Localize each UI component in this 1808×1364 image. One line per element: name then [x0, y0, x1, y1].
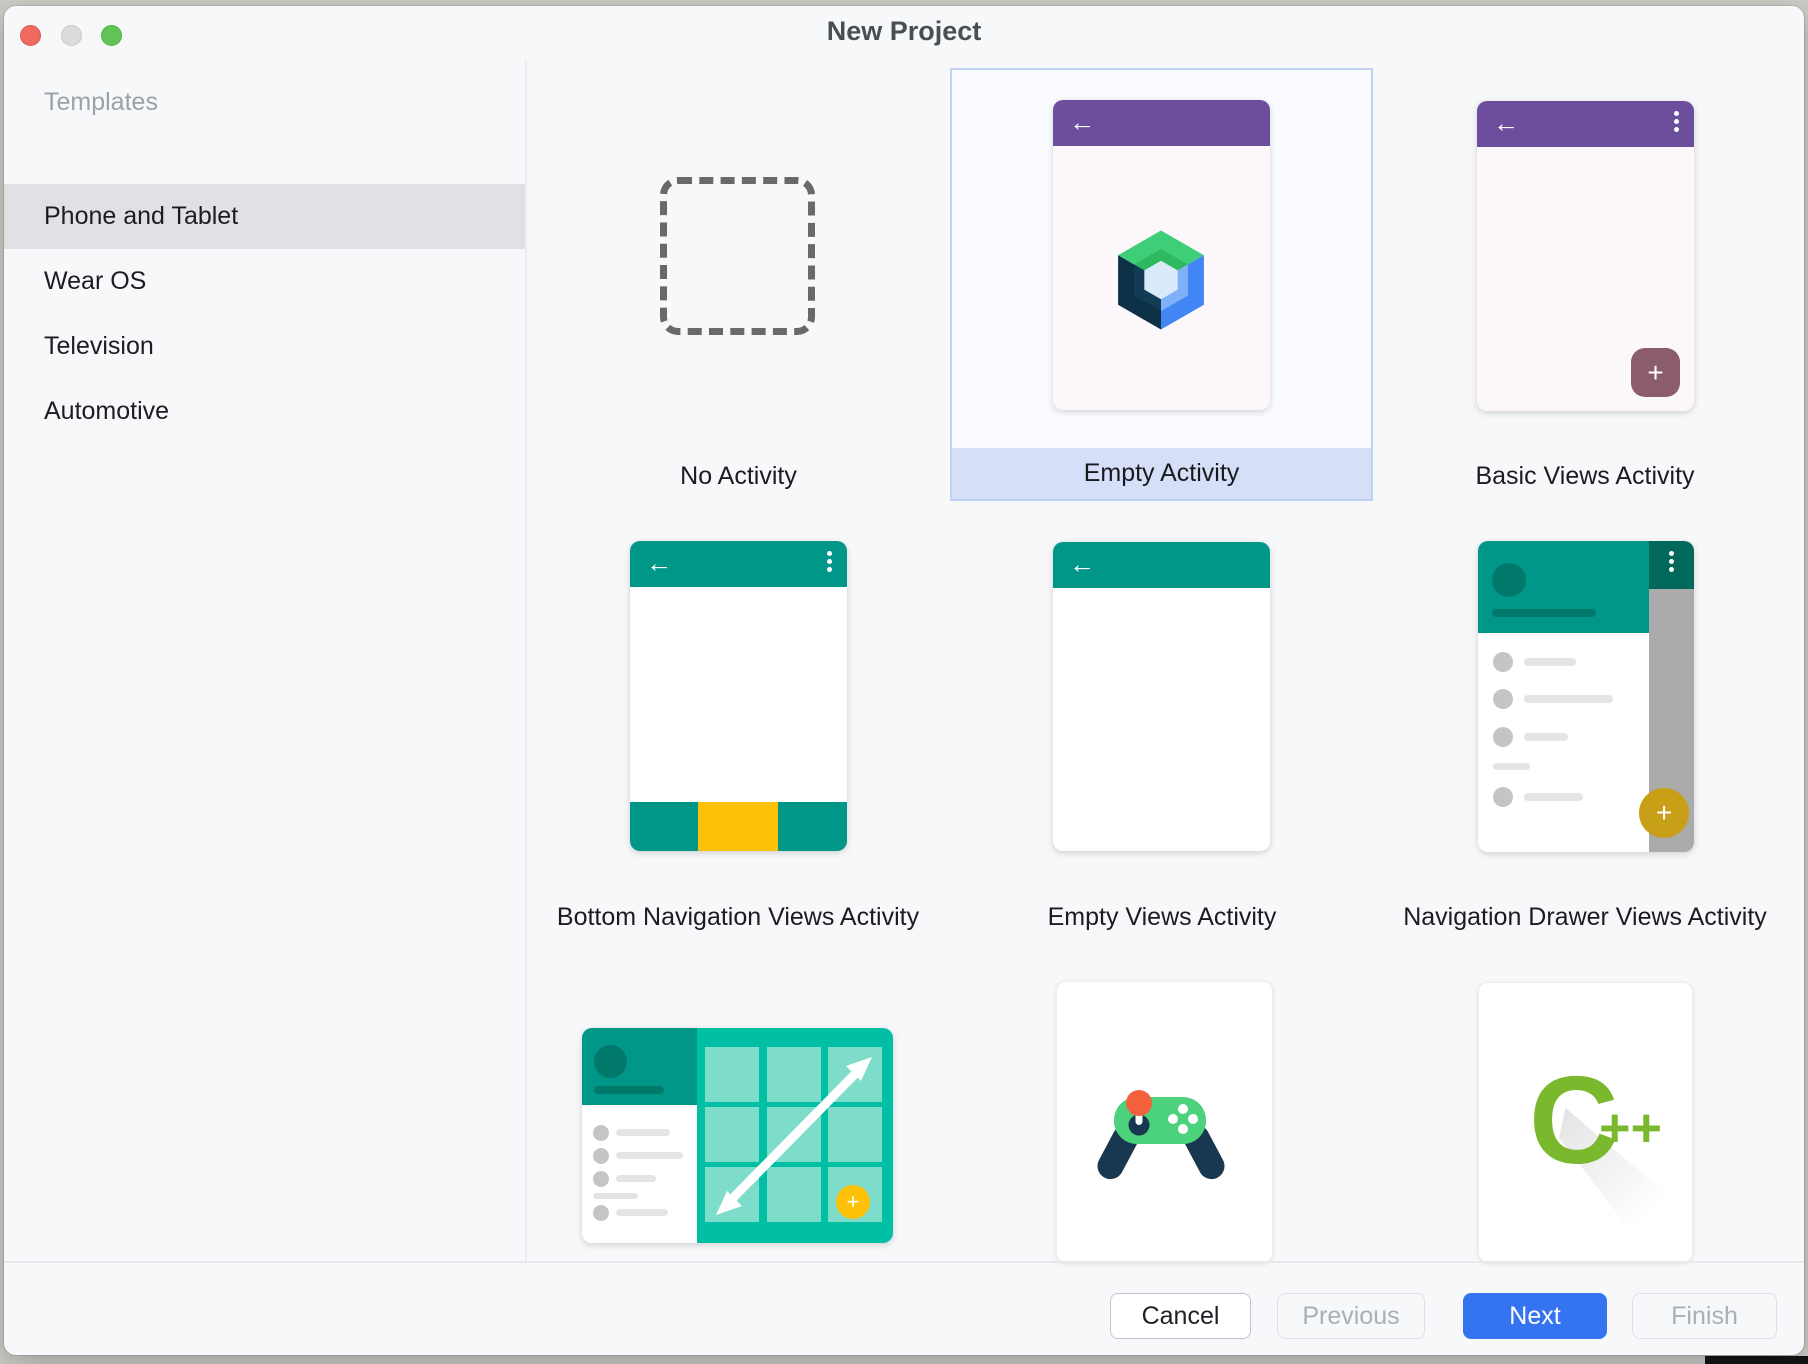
- kebab-menu-icon: [1674, 111, 1679, 132]
- previous-button[interactable]: Previous: [1277, 1293, 1425, 1339]
- dialog-title: New Project: [4, 16, 1804, 47]
- list-text-placeholder: [616, 1129, 670, 1136]
- mockup-appbar: ←: [1053, 100, 1270, 146]
- finish-button[interactable]: Finish: [1632, 1293, 1777, 1339]
- cpp-mockup: C ++: [1478, 982, 1693, 1263]
- list-icon-placeholder: [1493, 652, 1513, 672]
- back-arrow-icon: ←: [1069, 542, 1095, 588]
- list-text-placeholder: [1524, 658, 1576, 666]
- template-label: Navigation Drawer Views Activity: [1385, 903, 1785, 932]
- back-arrow-icon: ←: [646, 541, 672, 587]
- game-controller-icon: [1091, 1079, 1231, 1189]
- drawer-header: [1478, 541, 1649, 633]
- mockup-appbar: ←: [630, 541, 847, 587]
- section-label-placeholder: [1493, 763, 1530, 770]
- template-label: Basic Views Activity: [1385, 462, 1785, 491]
- list-text-placeholder: [1524, 793, 1583, 801]
- kebab-menu-icon: [827, 551, 832, 572]
- header-text-placeholder: [1492, 609, 1596, 617]
- jetpack-compose-logo-icon: [1106, 222, 1216, 338]
- list-text-placeholder: [616, 1175, 656, 1182]
- drawer-header: [582, 1028, 697, 1105]
- nav-drawer-mockup: +: [1478, 541, 1694, 852]
- list-icon-placeholder: [593, 1125, 609, 1141]
- bottom-nav-segment: [630, 802, 698, 851]
- back-arrow-icon: ←: [1069, 100, 1095, 146]
- fab-plus-icon: +: [836, 1185, 870, 1219]
- empty-views-mockup: ←: [1053, 542, 1270, 851]
- sidebar-item-automotive[interactable]: Automotive: [4, 379, 525, 444]
- list-icon-placeholder: [593, 1148, 609, 1164]
- list-text-placeholder: [616, 1152, 683, 1159]
- mockup-appbar: ←: [1053, 542, 1270, 588]
- screen: New Project Templates Phone and Tablet W…: [0, 0, 1808, 1364]
- bottom-nav-segment: [778, 802, 847, 851]
- fab-plus-icon: +: [1631, 348, 1680, 397]
- template-label: Empty Views Activity: [962, 903, 1362, 932]
- tablet-mockup: +: [582, 1028, 893, 1243]
- bottom-nav-mockup: ←: [630, 541, 847, 851]
- avatar: [594, 1045, 627, 1078]
- desktop-artifact: [1705, 1356, 1808, 1364]
- basic-views-mockup: ← +: [1477, 101, 1694, 411]
- list-text-placeholder: [1524, 695, 1613, 703]
- strip-appbar: [1649, 541, 1694, 589]
- list-text-placeholder: [616, 1209, 668, 1216]
- kebab-menu-icon: [1669, 551, 1674, 572]
- footer-divider: [4, 1261, 1804, 1263]
- section-label-placeholder: [593, 1193, 638, 1199]
- next-button[interactable]: Next: [1463, 1293, 1607, 1339]
- cancel-button[interactable]: Cancel: [1110, 1293, 1251, 1339]
- back-arrow-icon: ←: [1493, 101, 1519, 147]
- list-icon-placeholder: [1493, 727, 1513, 747]
- header-text-placeholder: [594, 1086, 664, 1094]
- template-label: Empty Activity: [952, 448, 1371, 499]
- sidebar-header: Templates: [44, 88, 158, 117]
- fab-plus-icon: +: [1639, 788, 1689, 838]
- list-icon-placeholder: [593, 1205, 609, 1221]
- cpp-logo-plusplus: ++: [1599, 1101, 1662, 1155]
- list-icon-placeholder: [1493, 787, 1513, 807]
- game-mockup: [1056, 981, 1273, 1263]
- bottom-nav-segment-active: [698, 802, 778, 851]
- empty-activity-mockup: ←: [1053, 100, 1270, 410]
- sidebar-divider: [525, 60, 527, 1262]
- sidebar-item-television[interactable]: Television: [4, 314, 525, 379]
- list-text-placeholder: [1524, 733, 1568, 741]
- sidebar-item-wear-os[interactable]: Wear OS: [4, 249, 525, 314]
- list-icon-placeholder: [1493, 689, 1513, 709]
- sidebar-item-phone-and-tablet[interactable]: Phone and Tablet: [4, 184, 525, 249]
- template-label: Bottom Navigation Views Activity: [538, 903, 938, 932]
- dashed-square-icon: [660, 177, 815, 335]
- list-icon-placeholder: [593, 1171, 609, 1187]
- template-label: No Activity: [630, 462, 847, 491]
- avatar: [1492, 563, 1526, 597]
- mockup-appbar: ←: [1477, 101, 1694, 147]
